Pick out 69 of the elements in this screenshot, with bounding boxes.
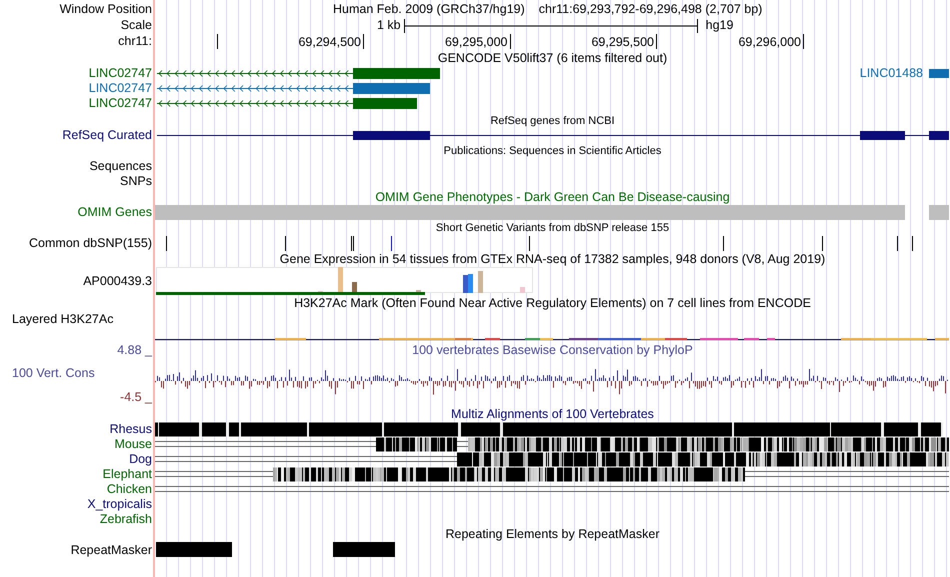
chromosome-label: chr11: xyxy=(118,35,152,48)
repeat-block[interactable] xyxy=(333,542,395,557)
track-title[interactable]: Multiz Alignments of 100 Vertebrates xyxy=(451,408,654,420)
assembly-title: Human Feb. 2009 (GRCh37/hg19) xyxy=(333,2,525,16)
gene-label[interactable]: LINC01488 xyxy=(860,67,923,80)
tick-mark xyxy=(656,34,657,49)
tick-label: 69,295,500 xyxy=(591,36,654,48)
tick-mark xyxy=(363,34,364,49)
species-label[interactable]: X_tropicalis xyxy=(87,498,152,511)
scale-value: 1 kb xyxy=(377,19,401,32)
variant-mark[interactable] xyxy=(166,236,167,251)
signal-drawing[interactable] xyxy=(155,338,949,341)
track-label[interactable]: 100 Vert. Cons xyxy=(12,366,95,380)
variant-mark[interactable] xyxy=(391,236,392,251)
omim-bar[interactable] xyxy=(929,205,949,220)
position-title: chr11:69,293,792-69,296,498 (2,707 bp) xyxy=(538,2,762,16)
variant-mark[interactable] xyxy=(351,236,352,251)
species-label[interactable]: Dog xyxy=(129,453,152,466)
track-label[interactable]: SNPs xyxy=(120,175,152,188)
track-label[interactable]: OMIM Genes xyxy=(78,206,152,219)
variant-mark[interactable] xyxy=(529,236,530,251)
gene-model-drawing[interactable] xyxy=(155,66,442,81)
track-title[interactable]: H3K27Ac Mark (Often Found Near Active Regulatory Elements) on 7 cell lines from ENCODE xyxy=(294,296,811,310)
track-title[interactable]: GENCODE V50lift37 (6 items filtered out) xyxy=(438,52,668,64)
track-title[interactable]: OMIM Gene Phenotypes - Dark Green Can Be Disease-causing xyxy=(375,190,730,204)
track-title[interactable]: 100 vertebrates Basewise Conservation by PhyloP xyxy=(412,344,693,356)
species-label[interactable]: Mouse xyxy=(114,438,152,451)
expression-bars-drawing[interactable] xyxy=(155,267,534,295)
variant-mark[interactable] xyxy=(822,236,823,251)
track-title[interactable]: Gene Expression in 54 tissues from GTEx RNA-seq of 17382 samples, 948 donors (V8, Aug 2019) xyxy=(280,252,826,266)
gene-block[interactable] xyxy=(929,69,949,78)
species-label[interactable]: Chicken xyxy=(106,483,152,496)
variant-mark[interactable] xyxy=(897,236,898,251)
track-label[interactable]: AP000439.3 xyxy=(83,274,152,288)
track-title[interactable]: Short Genetic Variants from dbSNP release 155 xyxy=(436,222,670,234)
variant-mark[interactable] xyxy=(912,236,913,251)
track-label[interactable]: Common dbSNP(155) xyxy=(29,237,152,250)
gene-model-drawing[interactable] xyxy=(155,128,949,143)
alignment-drawing[interactable] xyxy=(155,467,949,482)
species-label[interactable]: Zebrafish xyxy=(100,513,152,526)
position-label: Window Position xyxy=(60,2,152,16)
axis-min-label: -4.5 _ xyxy=(120,390,152,404)
track-label[interactable]: RepeatMasker xyxy=(70,544,152,556)
axis-max-label: 4.88 _ xyxy=(117,344,152,356)
track-title[interactable]: Publications: Sequences in Scientific Articles xyxy=(444,146,662,156)
species-label[interactable]: Elephant xyxy=(102,468,152,481)
repeat-block[interactable] xyxy=(156,542,232,557)
omim-bar[interactable] xyxy=(155,205,905,220)
alignment-drawing[interactable] xyxy=(155,452,949,467)
assembly-label: hg19 xyxy=(706,19,734,32)
variant-mark[interactable] xyxy=(353,236,354,251)
gene-label[interactable]: LINC02747 xyxy=(88,67,152,80)
track-title[interactable]: Repeating Elements by RepeatMasker xyxy=(445,528,660,541)
tick-label: 69,294,500 xyxy=(298,36,361,48)
gene-label[interactable]: LINC02747 xyxy=(88,82,152,95)
scale-label: Scale xyxy=(120,19,152,32)
track-label[interactable]: RefSeq Curated xyxy=(62,129,152,142)
alignment-drawing[interactable] xyxy=(155,437,949,452)
variant-mark[interactable] xyxy=(285,236,286,251)
gene-label[interactable]: LINC02747 xyxy=(88,97,152,110)
species-label[interactable]: Rhesus xyxy=(110,423,152,436)
track-title[interactable]: RefSeq genes from NCBI xyxy=(490,116,615,127)
track-label[interactable]: Layered H3K27Ac xyxy=(12,313,114,326)
tick-mark xyxy=(217,34,218,49)
track-label[interactable]: Sequences xyxy=(89,160,152,173)
tick-label: 69,295,000 xyxy=(444,36,508,48)
variant-mark[interactable] xyxy=(723,236,724,251)
tick-mark xyxy=(803,34,804,49)
tick-label: 69,296,000 xyxy=(738,36,801,48)
